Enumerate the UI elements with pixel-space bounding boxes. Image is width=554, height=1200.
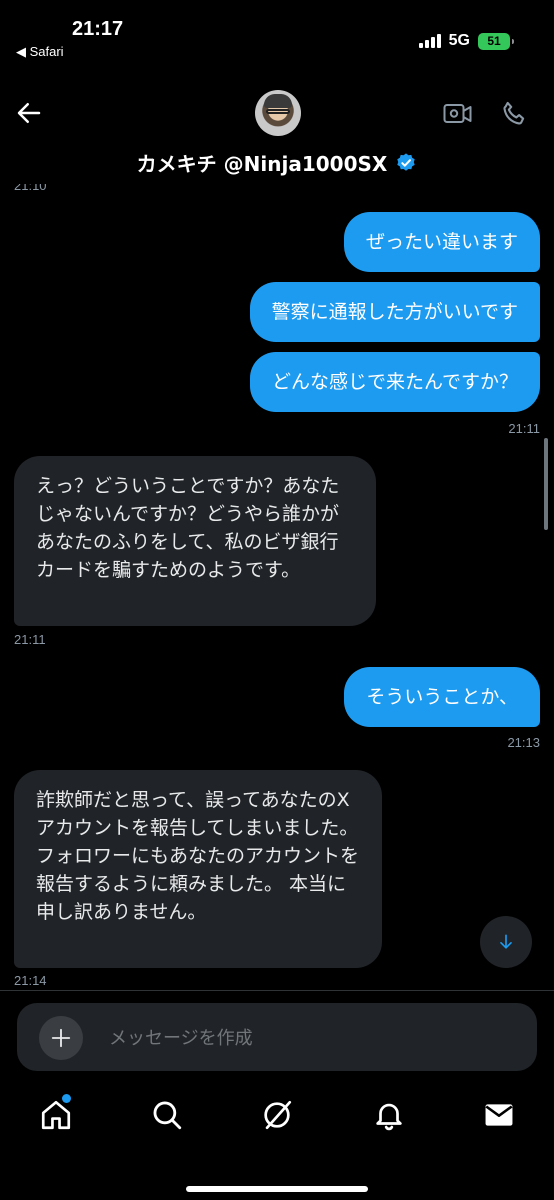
messages-icon[interactable] [482, 1098, 516, 1132]
signal-icon [418, 34, 441, 48]
video-call-icon[interactable] [443, 102, 473, 126]
arrow-down-icon [500, 934, 512, 949]
message-composer[interactable]: メッセージを作成 [17, 1003, 537, 1071]
composer-bar: メッセージを作成 [0, 990, 554, 1082]
plus-icon [51, 1028, 71, 1048]
sent-message[interactable]: そういうことか、 [344, 667, 540, 727]
home-unread-dot [62, 1094, 71, 1103]
phone-call-icon[interactable] [500, 100, 528, 128]
received-message[interactable]: 詐欺師だと思って、誤ってあなたのXアカウントを報告してしまいました。 フォロワー… [14, 770, 382, 968]
received-message[interactable]: えっ？どういうことですか？あなたじゃないんですか？どうやら誰かがあなたのふりをし… [14, 456, 376, 626]
message-list[interactable]: 21:10 ぜったい違います 警察に通報した方がいいです どんな感じで来たんです… [0, 184, 554, 990]
scrollbar[interactable] [544, 438, 548, 530]
message-input[interactable]: メッセージを作成 [109, 1024, 253, 1050]
grok-icon[interactable] [260, 1098, 294, 1132]
conversation-header: カメキチ @Ninja1000SX [0, 72, 554, 184]
bottom-navigation [0, 1082, 554, 1200]
add-media-button[interactable] [39, 1016, 83, 1060]
search-icon[interactable] [150, 1098, 184, 1132]
message-timestamp: 21:11 [14, 632, 46, 647]
battery-level: 51 [487, 33, 501, 48]
status-bar: 21:17 ◀ Safari 5G 51 [0, 0, 554, 70]
verified-badge-icon [397, 152, 416, 171]
conversation-title: カメキチ @Ninja1000SX [136, 152, 388, 176]
sent-message[interactable]: ぜったい違います [343, 212, 540, 272]
sent-message[interactable]: 警察に通報した方がいいです [249, 282, 540, 342]
notifications-icon[interactable] [372, 1098, 406, 1132]
back-arrow-icon[interactable] [14, 98, 44, 128]
conversation-title-row[interactable]: カメキチ @Ninja1000SX [0, 148, 554, 177]
back-to-safari[interactable]: ◀ Safari [16, 44, 64, 60]
scroll-to-bottom-button[interactable] [480, 916, 532, 968]
status-time: 21:17 [72, 18, 124, 40]
message-timestamp: 21:13 [507, 735, 540, 750]
network-type: 5G [448, 32, 470, 49]
home-indicator [186, 1186, 368, 1192]
voice-message-icon[interactable] [483, 1025, 511, 1053]
sent-message[interactable]: どんな感じで来たんですか？ [249, 352, 540, 412]
message-timestamp: 21:10 [14, 184, 47, 193]
home-icon[interactable] [39, 1098, 73, 1132]
avatar[interactable] [255, 90, 301, 136]
status-indicators: 5G 51 [418, 32, 514, 50]
message-timestamp: 21:11 [508, 421, 540, 436]
message-timestamp: 21:14 [14, 973, 47, 988]
battery-icon: 51 [478, 32, 514, 50]
